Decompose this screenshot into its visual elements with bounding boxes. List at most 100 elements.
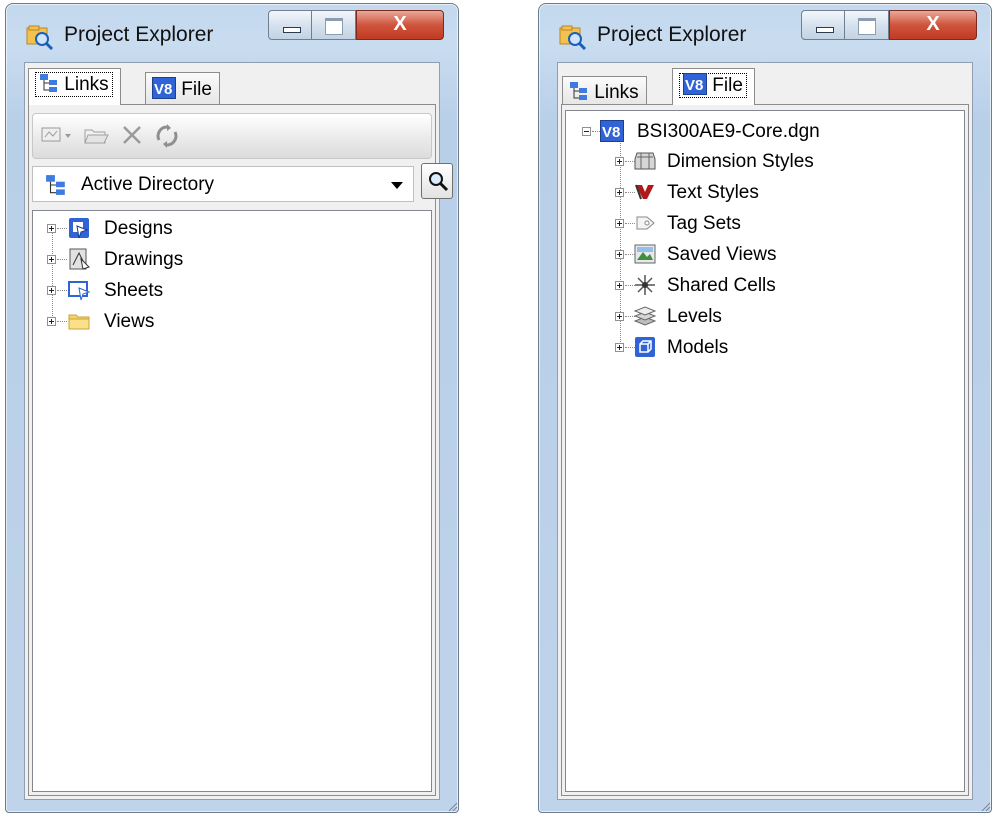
maximize-icon — [325, 18, 343, 35]
window-title: Project Explorer — [597, 23, 747, 46]
directory-select[interactable]: Active Directory — [32, 166, 414, 202]
maximize-button[interactable] — [845, 10, 889, 40]
file-tree[interactable]: V8 BSI300AE9-Core.dgn Dimension Styles T… — [565, 110, 965, 792]
tree-item-label: Saved Views — [667, 244, 777, 265]
tab-label: Links — [64, 74, 109, 95]
tree-item-drawings[interactable]: Drawings — [47, 247, 247, 277]
designs-icon — [69, 218, 89, 239]
tree-item-label: Dimension Styles — [667, 151, 814, 172]
svg-text:V8: V8 — [602, 124, 620, 141]
tab-links[interactable]: Links — [562, 76, 647, 105]
tree-item-label: Text Styles — [667, 182, 759, 203]
title-bar[interactable]: Project Explorer X — [539, 4, 991, 62]
tab-file[interactable]: V8 File — [145, 72, 220, 104]
v8-file-icon: V8 — [152, 77, 176, 99]
tree-item-designs[interactable]: Designs — [47, 216, 247, 246]
tree-line — [57, 259, 67, 260]
resize-grip-icon[interactable] — [979, 800, 991, 812]
tree-item-sheets[interactable]: Sheets — [47, 278, 247, 308]
tree-item-levels[interactable]: Levels — [615, 304, 875, 334]
resize-grip-icon[interactable] — [446, 800, 458, 812]
expand-icon[interactable] — [615, 157, 624, 166]
minimize-button[interactable] — [268, 10, 312, 40]
tree-item-label: Shared Cells — [667, 275, 776, 296]
tree-item-root-file[interactable]: V8 BSI300AE9-Core.dgn — [582, 119, 882, 149]
tab-file[interactable]: V8 File — [672, 68, 755, 105]
svg-text:V8: V8 — [154, 81, 172, 98]
file-tab-pane: V8 BSI300AE9-Core.dgn Dimension Styles T… — [561, 104, 969, 796]
levels-icon — [633, 306, 657, 326]
expand-icon[interactable] — [47, 286, 56, 295]
text-styles-icon — [635, 184, 654, 200]
tree-item-label: Drawings — [104, 249, 184, 270]
expand-icon[interactable] — [615, 250, 624, 259]
project-explorer-window-file: Project Explorer X Links V8 File V8 BSI3… — [538, 3, 992, 813]
open-folder-icon[interactable] — [83, 124, 109, 146]
links-tree-icon — [570, 82, 587, 100]
models-icon — [635, 337, 655, 357]
title-bar[interactable]: Project Explorer X — [6, 4, 458, 62]
v8-file-icon: V8 — [600, 120, 624, 142]
tree-item-label: Sheets — [104, 280, 164, 301]
maximize-button[interactable] — [312, 10, 356, 40]
client-area: Links V8 File V8 BSI300AE9-Core.dgn Dime… — [557, 62, 973, 800]
tab-label: File — [181, 79, 212, 100]
search-button[interactable] — [421, 163, 453, 199]
tab-label: Links — [594, 82, 639, 103]
tree-line — [592, 131, 600, 132]
links-tab-pane: Active Directory Designs Drawings Sheets… — [28, 104, 453, 796]
tree-line — [57, 321, 67, 322]
close-button[interactable]: X — [356, 10, 444, 40]
directory-select-value: Active Directory — [81, 174, 215, 195]
minimize-icon — [283, 27, 301, 33]
expand-icon[interactable] — [47, 255, 56, 264]
dimension-styles-icon — [634, 152, 656, 170]
folder-icon — [68, 314, 90, 330]
sheets-icon — [68, 281, 91, 301]
v8-file-icon: V8 — [683, 73, 707, 95]
close-button[interactable]: X — [889, 10, 977, 40]
search-icon — [429, 172, 449, 192]
tree-item-shared-cells[interactable]: Shared Cells — [615, 273, 875, 303]
tree-item-label: Views — [104, 311, 155, 332]
expand-icon[interactable] — [615, 343, 624, 352]
links-tree[interactable]: Designs Drawings Sheets Views — [32, 210, 432, 792]
tab-strip: Links V8 File — [558, 63, 972, 105]
links-toolbar — [32, 113, 432, 159]
tab-links[interactable]: Links — [28, 68, 121, 105]
saved-views-icon — [634, 244, 656, 264]
maximize-icon — [858, 18, 876, 35]
tree-item-saved-views[interactable]: Saved Views — [615, 242, 875, 272]
chevron-down-icon[interactable] — [391, 182, 403, 189]
tree-item-label: Tag Sets — [667, 213, 741, 234]
links-tree-icon — [40, 74, 57, 92]
tree-item-label: BSI300AE9-Core.dgn — [637, 121, 820, 142]
expand-icon[interactable] — [615, 312, 624, 321]
link-set-dropdown-icon[interactable] — [41, 124, 75, 146]
expand-icon[interactable] — [615, 188, 624, 197]
tree-item-dimension-styles[interactable]: Dimension Styles — [615, 149, 875, 179]
tab-focus-rect: V8 File — [679, 73, 747, 98]
collapse-icon[interactable] — [582, 127, 591, 136]
project-explorer-icon — [559, 25, 587, 50]
window-title: Project Explorer — [64, 23, 214, 46]
tab-focus-rect: Links — [35, 72, 113, 97]
project-explorer-window-links: Project Explorer X Links V8 File Active … — [5, 3, 459, 813]
minimize-button[interactable] — [801, 10, 845, 40]
tree-item-models[interactable]: Models — [615, 335, 875, 365]
tree-item-views[interactable]: Views — [47, 309, 247, 339]
tree-item-text-styles[interactable]: Text Styles — [615, 180, 875, 210]
expand-icon[interactable] — [615, 219, 624, 228]
tree-item-tag-sets[interactable]: Tag Sets — [615, 211, 875, 241]
project-explorer-icon — [26, 25, 54, 50]
expand-icon[interactable] — [615, 281, 624, 290]
expand-icon[interactable] — [47, 317, 56, 326]
links-tree-icon — [46, 175, 65, 195]
refresh-icon[interactable] — [155, 124, 179, 148]
drawings-icon — [69, 248, 90, 270]
tag-sets-icon — [636, 216, 655, 230]
delete-icon[interactable] — [121, 124, 143, 146]
tab-strip: Links V8 File — [25, 63, 439, 105]
expand-icon[interactable] — [47, 224, 56, 233]
tree-line — [57, 290, 67, 291]
